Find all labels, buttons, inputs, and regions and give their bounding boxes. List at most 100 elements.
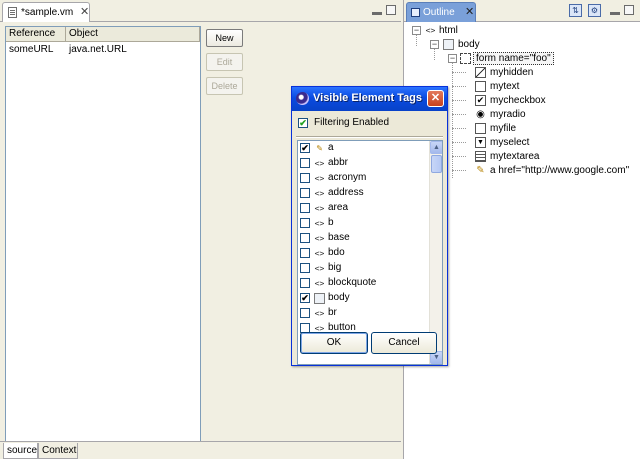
tag-icon: <> xyxy=(314,309,325,318)
sort-icon[interactable]: ⇅ xyxy=(569,4,582,17)
tag-icon: <> xyxy=(314,234,325,243)
column-header-object[interactable]: Object xyxy=(66,27,200,42)
form-icon xyxy=(460,53,471,64)
anchor-icon: ✎ xyxy=(316,143,323,154)
list-item-label: big xyxy=(328,262,342,273)
tree-node-label: html xyxy=(439,25,458,36)
outline-tab[interactable]: Outline ✕ xyxy=(406,2,476,22)
scroll-thumb[interactable] xyxy=(431,155,442,173)
list-item-label: bdo xyxy=(328,247,345,258)
tag-icon: <> xyxy=(314,264,325,273)
cancel-button[interactable]: Cancel xyxy=(371,332,437,354)
list-item-label: area xyxy=(328,202,349,213)
text-field-icon xyxy=(475,81,486,92)
outline-tab-bar: Outline ✕ ⇅ ⚙ xyxy=(404,0,640,22)
maximize-icon[interactable] xyxy=(624,5,634,15)
list-item-label: abbr xyxy=(328,157,349,168)
tag-icon: <> xyxy=(314,189,325,198)
list-item-label: b xyxy=(328,217,334,228)
collapse-icon[interactable]: − xyxy=(412,26,421,35)
checkbox-icon[interactable] xyxy=(300,263,310,273)
edit-button[interactable]: Edit xyxy=(206,53,243,71)
list-item[interactable]: <> base xyxy=(298,231,430,245)
list-item[interactable]: <> b xyxy=(298,216,430,230)
tab-context[interactable]: Context xyxy=(38,443,78,459)
list-item[interactable]: ✔ ✎ a xyxy=(298,141,430,155)
tree-node-label: myhidden xyxy=(490,67,534,78)
list-item[interactable]: ✔ body xyxy=(298,291,430,305)
tag-icon: <> xyxy=(314,249,325,258)
list-item[interactable]: <> address xyxy=(298,186,430,200)
list-item[interactable]: <> blockquote xyxy=(298,276,430,290)
tree-node-label: myradio xyxy=(490,109,526,120)
list-item[interactable]: <> abbr xyxy=(298,156,430,170)
close-icon[interactable]: ✕ xyxy=(427,90,444,107)
ok-button[interactable]: OK xyxy=(300,332,368,354)
close-icon[interactable]: ✕ xyxy=(80,5,89,18)
checkbox-icon[interactable] xyxy=(300,173,310,183)
tree-node-myhidden[interactable]: myhidden xyxy=(404,66,640,80)
divider xyxy=(296,136,443,138)
tab-source[interactable]: source xyxy=(3,443,38,459)
list-item[interactable]: <> br xyxy=(298,306,430,320)
checkbox-icon[interactable] xyxy=(300,158,310,168)
eclipse-icon xyxy=(296,92,309,105)
list-item-label: blockquote xyxy=(328,277,377,288)
list-item-label: body xyxy=(328,292,350,303)
editor-tab[interactable]: *sample.vm ✕ xyxy=(2,2,90,22)
checkbox-icon[interactable] xyxy=(300,308,310,318)
new-button[interactable]: New xyxy=(206,29,243,47)
filtering-enabled-label: Filtering Enabled xyxy=(314,117,390,128)
tree-node-label: myselect xyxy=(490,137,530,148)
tag-icon: <> xyxy=(425,26,436,35)
outline-icon xyxy=(411,8,420,17)
tree-node-body[interactable]: − body xyxy=(404,38,640,52)
tree-node-label: mycheckbox xyxy=(490,95,546,106)
list-item[interactable]: <> big xyxy=(298,261,430,275)
dialog-title-bar[interactable]: Visible Element Tags ✕ xyxy=(292,87,447,111)
filter-icon[interactable]: ⚙ xyxy=(588,4,601,17)
collapse-icon[interactable]: − xyxy=(430,40,439,49)
checkbox-checked-icon[interactable]: ✔ xyxy=(300,143,310,153)
editor-tab-label: *sample.vm xyxy=(21,7,74,18)
tree-node-form[interactable]: − form name="foo" xyxy=(404,52,640,66)
dialog-title: Visible Element Tags xyxy=(313,92,423,104)
table-cell-reference: someURL xyxy=(9,44,54,55)
table-row[interactable]: someURL java.net.URL xyxy=(6,43,200,57)
list-item[interactable]: <> bdo xyxy=(298,246,430,260)
checkbox-icon[interactable] xyxy=(300,278,310,288)
scroll-up-icon[interactable]: ▲ xyxy=(430,141,442,154)
checkbox-checked-icon[interactable]: ✔ xyxy=(300,293,310,303)
delete-button[interactable]: Delete xyxy=(206,77,243,95)
minimize-icon[interactable] xyxy=(610,12,620,15)
scrollbar[interactable]: ▲ ▼ xyxy=(429,141,442,364)
tag-icon: <> xyxy=(314,204,325,213)
checkbox-icon[interactable] xyxy=(300,248,310,258)
checkbox-checked-icon[interactable]: ✔ xyxy=(298,118,308,128)
anchor-icon: ✎ xyxy=(476,165,485,176)
list-item-label: acronym xyxy=(328,172,367,183)
table-header: Reference Object xyxy=(6,27,200,42)
collapse-icon[interactable]: − xyxy=(448,54,457,63)
hidden-field-icon xyxy=(475,67,486,78)
tag-icon: <> xyxy=(314,219,325,228)
close-icon[interactable]: ✕ xyxy=(465,5,474,18)
checkbox-icon: ✔ xyxy=(475,95,486,106)
checkbox-icon[interactable] xyxy=(300,218,310,228)
list-item[interactable]: <> acronym xyxy=(298,171,430,185)
minimize-icon[interactable] xyxy=(372,12,382,15)
column-header-reference[interactable]: Reference xyxy=(6,27,66,42)
checkbox-icon[interactable] xyxy=(300,233,310,243)
tree-node-label: mytext xyxy=(490,81,520,92)
maximize-icon[interactable] xyxy=(386,5,396,15)
checkbox-icon[interactable] xyxy=(300,188,310,198)
visible-element-tags-dialog: Visible Element Tags ✕ ✔ Filtering Enabl… xyxy=(291,86,448,366)
checkbox-icon[interactable] xyxy=(300,203,310,213)
radio-icon: ◉ xyxy=(476,109,485,120)
page-icon xyxy=(314,293,325,304)
tree-node-html[interactable]: − <> html xyxy=(404,24,640,38)
tree-node-label: myfile xyxy=(490,123,517,134)
list-item[interactable]: <> area xyxy=(298,201,430,215)
context-table[interactable]: Reference Object someURL java.net.URL xyxy=(5,26,201,459)
tree-node-label: a href="http://www.google.com" xyxy=(490,165,630,176)
